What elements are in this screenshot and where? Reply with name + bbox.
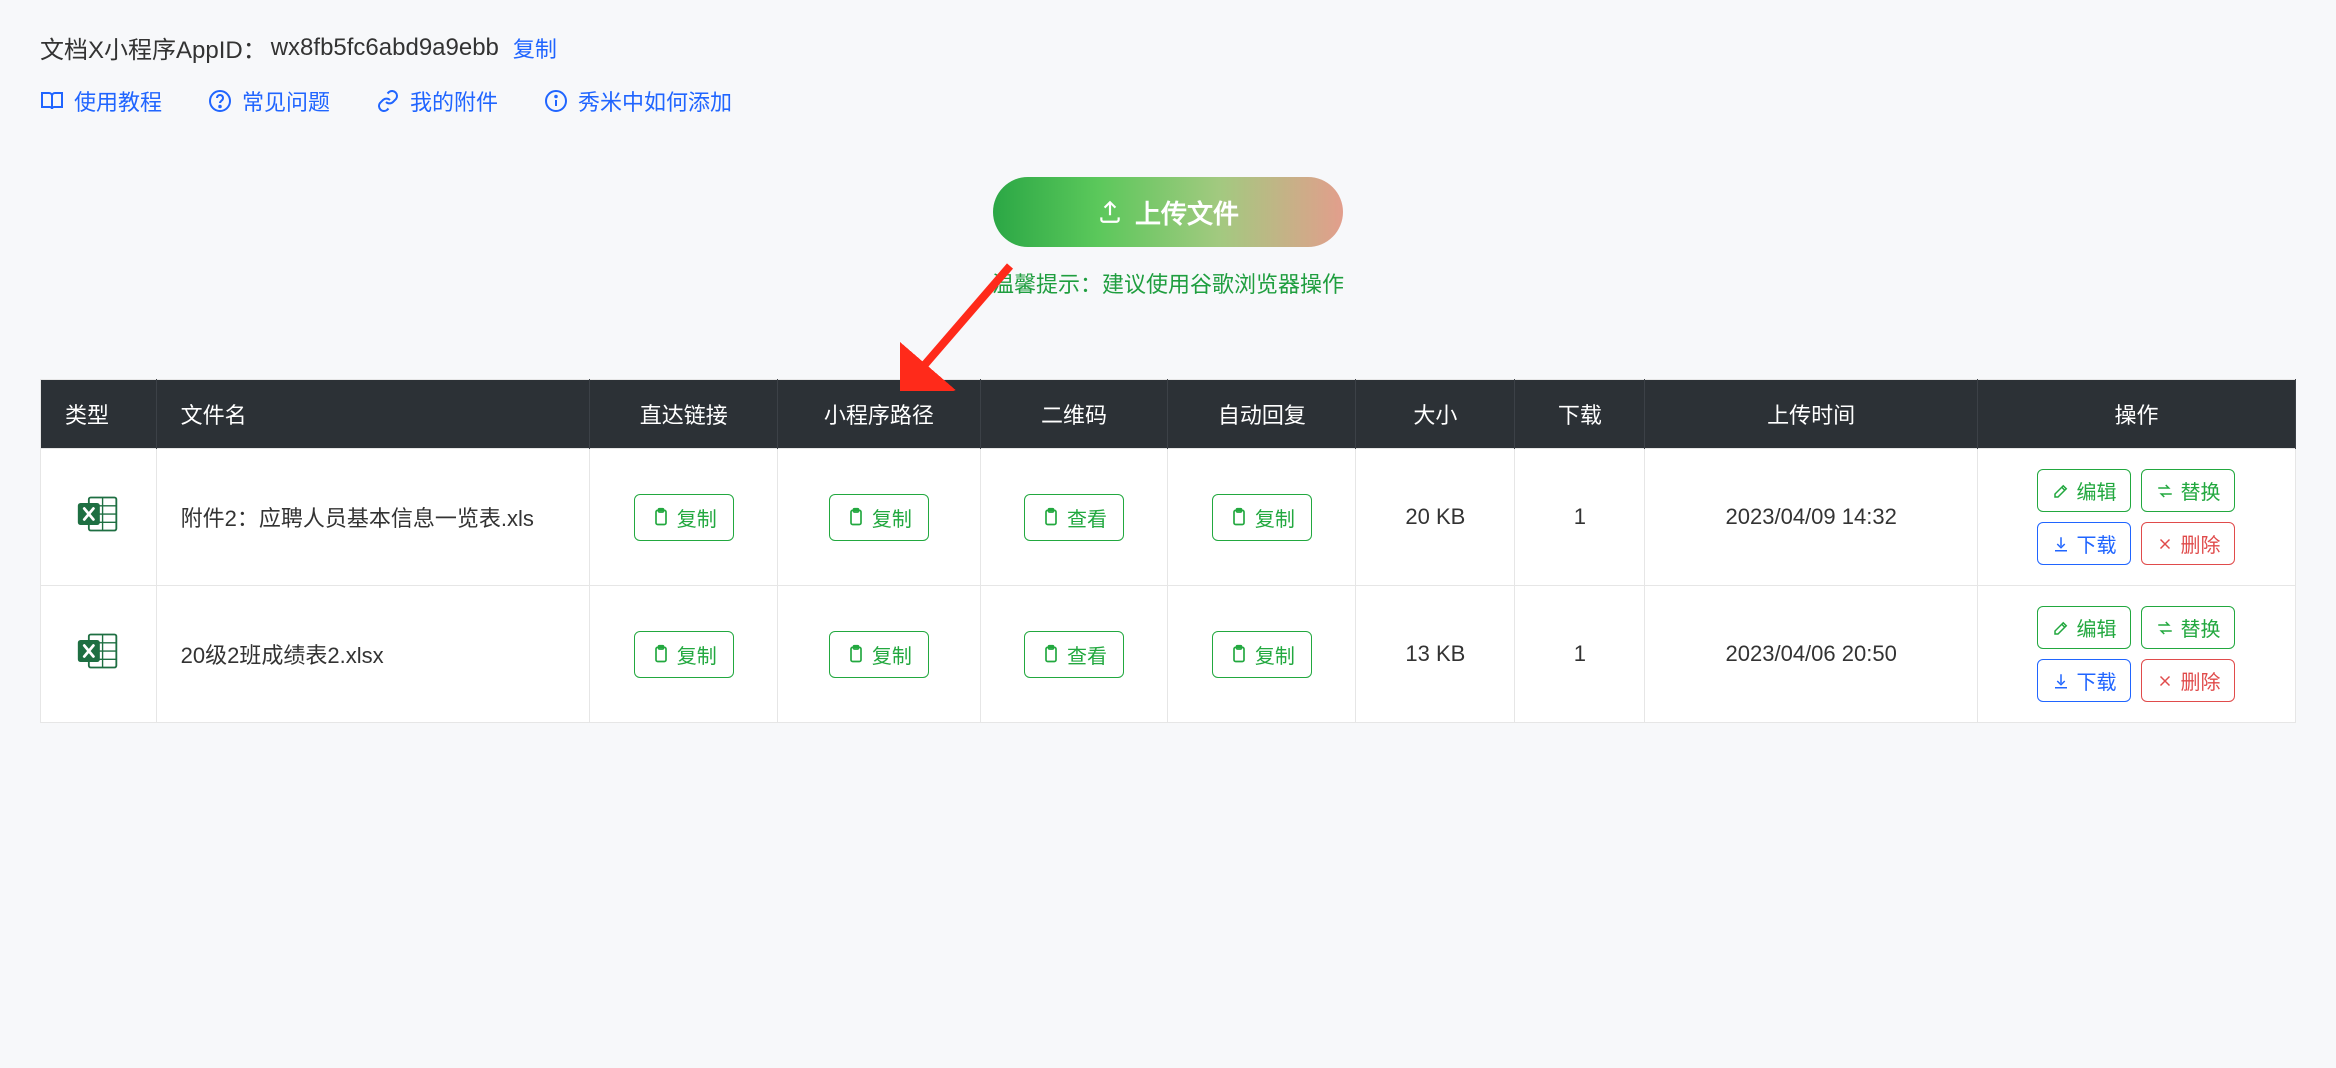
cell-path: 复制	[778, 586, 980, 723]
link-icon	[376, 89, 400, 113]
replace-button[interactable]: 替换	[2141, 606, 2235, 649]
cell-link: 复制	[590, 449, 778, 586]
cell-size: 20 KB	[1356, 449, 1515, 586]
download-button[interactable]: 下载	[2037, 659, 2131, 702]
excel-icon	[76, 653, 120, 678]
th-qr: 二维码	[980, 380, 1168, 449]
replace-button[interactable]: 替换	[2141, 469, 2235, 512]
table-row: 附件2：应聘人员基本信息一览表.xls 复制 复制 查看 复制 20 KB 1 …	[41, 449, 2296, 586]
question-icon	[208, 89, 232, 113]
th-name: 文件名	[156, 380, 590, 449]
cell-path: 复制	[778, 449, 980, 586]
cell-download-count: 1	[1515, 586, 1645, 723]
th-path: 小程序路径	[778, 380, 980, 449]
view-qr-button[interactable]: 查看	[1024, 494, 1124, 541]
appid-label-prefix: 文档X小程序AppID：	[40, 30, 267, 65]
delete-button[interactable]: 删除	[2141, 659, 2235, 702]
cell-link: 复制	[590, 586, 778, 723]
upload-hint: 温馨提示：建议使用谷歌浏览器操作	[992, 267, 1344, 299]
upload-button[interactable]: 上传文件	[993, 177, 1343, 247]
link-attachments[interactable]: 我的附件	[376, 85, 498, 117]
link-faq[interactable]: 常见问题	[208, 85, 330, 117]
th-dl: 下载	[1515, 380, 1645, 449]
link-xiumi[interactable]: 秀米中如何添加	[544, 85, 732, 117]
table-header: 类型 文件名 直达链接 小程序路径 二维码 自动回复 大小 下载 上传时间 操作	[41, 380, 2296, 449]
download-button[interactable]: 下载	[2037, 522, 2131, 565]
copy-appid-link[interactable]: 复制	[513, 32, 557, 64]
copy-link-button[interactable]: 复制	[634, 631, 734, 678]
cell-qr: 查看	[980, 449, 1168, 586]
delete-button[interactable]: 删除	[2141, 522, 2235, 565]
upload-area: 上传文件 温馨提示：建议使用谷歌浏览器操作	[40, 177, 2296, 299]
top-links: 使用教程 常见问题 我的附件 秀米中如何添加	[40, 85, 2296, 117]
cell-qr: 查看	[980, 586, 1168, 723]
cell-name: 20级2班成绩表2.xlsx	[156, 586, 590, 723]
book-icon	[40, 89, 64, 113]
cell-size: 13 KB	[1356, 586, 1515, 723]
appid-line: 文档X小程序AppID：wx8fb5fc6abd9a9ebb 复制	[40, 30, 2296, 65]
copy-path-button[interactable]: 复制	[829, 631, 929, 678]
upload-icon	[1097, 199, 1123, 225]
th-auto: 自动回复	[1168, 380, 1356, 449]
cell-actions: 编辑 替换 下载 删除	[1977, 449, 2295, 586]
cell-time: 2023/04/09 14:32	[1645, 449, 1977, 586]
th-type: 类型	[41, 380, 157, 449]
copy-path-button[interactable]: 复制	[829, 494, 929, 541]
cell-type	[41, 449, 157, 586]
cell-type	[41, 586, 157, 723]
file-table: 类型 文件名 直达链接 小程序路径 二维码 自动回复 大小 下载 上传时间 操作…	[40, 379, 2296, 723]
cell-auto: 复制	[1168, 586, 1356, 723]
copy-autoreply-button[interactable]: 复制	[1212, 631, 1312, 678]
view-qr-button[interactable]: 查看	[1024, 631, 1124, 678]
th-acts: 操作	[1977, 380, 2295, 449]
table-row: 20级2班成绩表2.xlsx 复制 复制 查看 复制 13 KB 1 2023/…	[41, 586, 2296, 723]
th-size: 大小	[1356, 380, 1515, 449]
copy-link-button[interactable]: 复制	[634, 494, 734, 541]
edit-button[interactable]: 编辑	[2037, 606, 2131, 649]
copy-autoreply-button[interactable]: 复制	[1212, 494, 1312, 541]
cell-time: 2023/04/06 20:50	[1645, 586, 1977, 723]
excel-icon	[76, 516, 120, 541]
info-icon	[544, 89, 568, 113]
th-time: 上传时间	[1645, 380, 1977, 449]
cell-name: 附件2：应聘人员基本信息一览表.xls	[156, 449, 590, 586]
appid-value: wx8fb5fc6abd9a9ebb	[271, 34, 499, 62]
cell-auto: 复制	[1168, 449, 1356, 586]
th-link: 直达链接	[590, 380, 778, 449]
link-tutorial[interactable]: 使用教程	[40, 85, 162, 117]
cell-download-count: 1	[1515, 449, 1645, 586]
cell-actions: 编辑 替换 下载 删除	[1977, 586, 2295, 723]
edit-button[interactable]: 编辑	[2037, 469, 2131, 512]
